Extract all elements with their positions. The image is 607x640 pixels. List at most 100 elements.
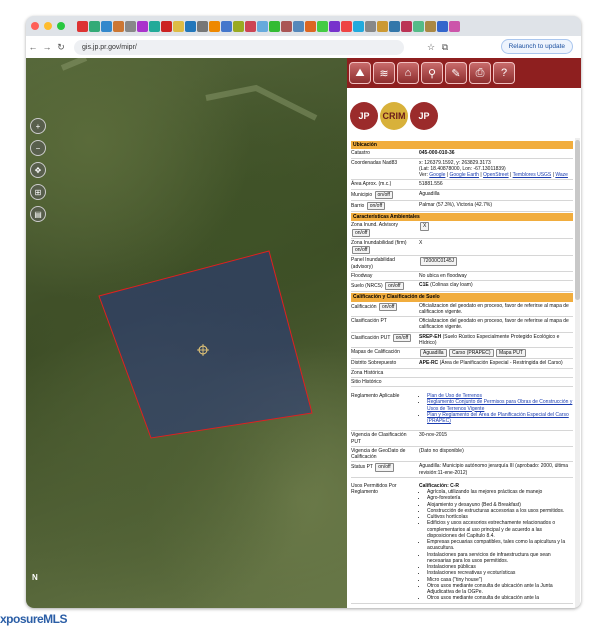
label: Área Aprox. (m.c.) — [351, 181, 392, 188]
draw-icon[interactable]: ✎ — [445, 62, 467, 84]
address-toolbar: ← → ↻ gis.jp.pr.gov/mipr/ ☆ ⧉ Relaunch t… — [26, 36, 581, 58]
browser-tab[interactable] — [377, 20, 388, 32]
help-icon[interactable]: ? — [493, 62, 515, 84]
browser-tab[interactable] — [449, 20, 460, 32]
magnify-icon[interactable]: ⚲ — [421, 62, 443, 84]
browser-tab[interactable] — [221, 20, 232, 32]
uso-item: Instalaciones para servicios de infraest… — [427, 552, 573, 565]
zoom-out-icon[interactable]: − — [30, 140, 46, 156]
reglamento-link[interactable]: Plan de Uso de Terrenos — [427, 393, 482, 399]
status-onoff-button[interactable]: on/off — [375, 463, 394, 472]
pan-icon[interactable]: ✥ — [30, 162, 46, 178]
forward-icon[interactable]: → — [40, 42, 54, 52]
star-icon[interactable]: ☆ — [424, 42, 438, 53]
relaunch-button[interactable]: Relaunch to update — [500, 39, 573, 54]
browser-tab[interactable] — [125, 20, 136, 32]
map-view[interactable]: + − ✥ ⊞ ▤ N — [26, 58, 347, 608]
label: Vigencia de Clasificación PUT — [351, 432, 407, 445]
browser-tab[interactable] — [173, 20, 184, 32]
browser-tab[interactable] — [197, 20, 208, 32]
uso-item: Otros usos mediante consulta de ubicació… — [427, 595, 573, 601]
minimize-window-button[interactable] — [44, 22, 52, 30]
status-value: Aguadilla: Municipio autónomo jerarquía … — [419, 463, 568, 476]
reglamento-link[interactable]: Reglamento Conjunto de Permisos para Obr… — [427, 399, 572, 411]
link-waze[interactable]: Waze — [555, 172, 568, 178]
browser-tab[interactable] — [269, 20, 280, 32]
distrito-value: (Área de Planificación Especial - Restri… — [439, 360, 563, 367]
browser-tab[interactable] — [305, 20, 316, 32]
browser-tab[interactable] — [353, 20, 364, 32]
url-field[interactable]: gis.jp.pr.gov/mipr/ — [74, 39, 404, 55]
label: Mapas de Calificación — [351, 349, 400, 355]
browser-tab[interactable] — [77, 20, 88, 32]
browser-tab[interactable] — [401, 20, 412, 32]
layers-icon[interactable]: ≋ — [373, 62, 395, 84]
mapa-put-button[interactable]: Mapa PUT — [495, 349, 526, 358]
suelo-onoff-button[interactable]: on/off — [385, 282, 404, 291]
browser-tab[interactable] — [293, 20, 304, 32]
browser-tab[interactable] — [101, 20, 112, 32]
barrio-onoff-button[interactable]: on/off — [366, 201, 386, 210]
browser-tab[interactable] — [389, 20, 400, 32]
browser-tab[interactable] — [329, 20, 340, 32]
close-window-button[interactable] — [31, 22, 39, 30]
browser-tab[interactable] — [185, 20, 196, 32]
uso-item: Empresas pecuarias compatibles, tales co… — [427, 539, 573, 552]
info-scrollbar[interactable] — [575, 138, 580, 608]
crim-logo[interactable]: CRIM — [380, 102, 408, 130]
label: Barrio — [351, 202, 365, 209]
municipio-onoff-button[interactable]: on/off — [374, 190, 393, 199]
mapa-aguadilla-button[interactable]: Aguadilla — [420, 349, 447, 358]
panel-value[interactable]: 72000C0145J — [420, 257, 458, 266]
browser-tab[interactable] — [425, 20, 436, 32]
browser-tab[interactable] — [257, 20, 268, 32]
browser-tab[interactable] — [245, 20, 256, 32]
maximize-window-button[interactable] — [57, 22, 65, 30]
jp-logo[interactable]: JP — [350, 102, 378, 130]
link-google[interactable]: Google — [429, 172, 445, 178]
browser-tab[interactable] — [209, 20, 220, 32]
zona-inund-value[interactable]: X — [420, 222, 430, 231]
search-parcel-icon[interactable]: ⌂ — [397, 62, 419, 84]
link-temblores[interactable]: Temblores USGS — [513, 172, 552, 178]
zona-firm-onoff-button[interactable]: on/off — [352, 246, 371, 255]
browser-tab[interactable] — [281, 20, 292, 32]
measure-icon[interactable]: ⊞ — [30, 184, 46, 200]
zona-inund-onoff-button[interactable]: on/off — [352, 228, 371, 237]
browser-tab[interactable] — [341, 20, 352, 32]
browser-tab[interactable] — [89, 20, 100, 32]
browser-tab[interactable] — [149, 20, 160, 32]
print-icon[interactable]: ⎙ — [469, 62, 491, 84]
browser-tab[interactable] — [233, 20, 244, 32]
browser-tab[interactable] — [437, 20, 448, 32]
clasif-put-onoff-button[interactable]: on/off — [392, 333, 412, 342]
label: Sitio Histórico — [351, 378, 382, 385]
label: Municipio — [351, 191, 373, 198]
scrollbar-thumb[interactable] — [575, 140, 580, 300]
extensions-icon[interactable]: ⧉ — [438, 42, 452, 53]
label: Zona Inundabilidad (firm) — [351, 239, 407, 246]
browser-tab[interactable] — [365, 20, 376, 32]
label: Floodway — [351, 272, 373, 279]
browser-tab[interactable] — [413, 20, 424, 32]
browser-tab[interactable] — [137, 20, 148, 32]
link-google-earth[interactable]: Google Earth — [450, 172, 479, 178]
label: Panel Inundabilidad (advisory) — [351, 257, 395, 270]
reload-icon[interactable]: ↻ — [54, 42, 68, 53]
browser-tab[interactable] — [113, 20, 124, 32]
browser-tab[interactable] — [161, 20, 172, 32]
back-icon[interactable]: ← — [26, 42, 40, 52]
map-icon[interactable]: ⛰ — [349, 62, 371, 84]
reglamento-link[interactable]: Plan y Reglamento del Área de Planificac… — [427, 412, 569, 424]
municipio-value: Aguadilla — [419, 190, 440, 197]
mapa-carso-button[interactable]: Carso (PRAPEC) — [448, 349, 494, 358]
layers-icon[interactable]: ▤ — [30, 206, 46, 222]
parcel-polygon[interactable] — [98, 250, 313, 439]
calif-onoff-button[interactable]: on/off — [378, 302, 398, 311]
browser-tab[interactable] — [317, 20, 328, 32]
home-logo[interactable]: JP — [410, 102, 438, 130]
zoom-in-icon[interactable]: + — [30, 118, 46, 134]
link-openstreet[interactable]: OpenStreet — [483, 172, 509, 178]
agency-logos: JP CRIM JP — [347, 98, 581, 134]
panel-toolbar: ⛰ ≋ ⌂ ⚲ ✎ ⎙ ? — [347, 58, 581, 88]
